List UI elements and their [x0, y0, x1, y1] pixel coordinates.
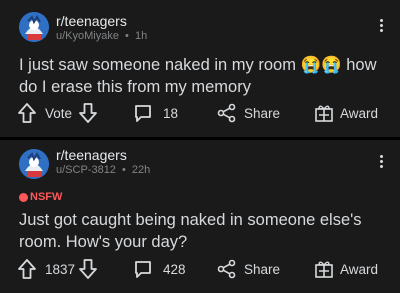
meta-separator: • — [122, 164, 126, 176]
award-button[interactable]: Award — [314, 101, 378, 125]
award-label: Award — [340, 105, 379, 121]
vote-count: 1837 — [45, 261, 76, 277]
post-meta: u/KyoMiyake • 1h — [56, 30, 147, 42]
comment-icon[interactable] — [133, 257, 153, 281]
post-title[interactable]: Just got caught being naked in someone e… — [19, 209, 389, 253]
share-label: Share — [244, 261, 281, 277]
share-button[interactable]: Share — [217, 257, 280, 281]
subreddit-name[interactable]: r/teenagers — [56, 147, 127, 163]
comment-count[interactable]: 18 — [163, 101, 178, 125]
nsfw-badge: NSFW — [19, 191, 62, 203]
share-icon — [217, 103, 236, 123]
upvote-icon[interactable] — [17, 101, 37, 125]
post-actions: Vote 18 Share Award — [0, 101, 400, 125]
meta-separator: • — [125, 30, 129, 42]
share-button[interactable]: Share — [217, 101, 280, 125]
share-label: Share — [244, 105, 281, 121]
vote-count: Vote — [45, 105, 73, 121]
post-author[interactable]: u/KyoMiyake — [56, 30, 119, 42]
post-card[interactable]: r/teenagers u/SCP-3812 • 22h NSFW Just g… — [0, 140, 400, 293]
subreddit-name[interactable]: r/teenagers — [56, 13, 127, 29]
award-button[interactable]: Award — [314, 257, 378, 281]
post-card[interactable]: r/teenagers u/KyoMiyake • 1h I just saw … — [0, 0, 400, 137]
post-title[interactable]: I just saw someone naked in my room 😭😭 h… — [19, 54, 389, 98]
comment-count[interactable]: 428 — [163, 257, 186, 281]
downvote-icon[interactable] — [78, 257, 98, 281]
subreddit-avatar-icon[interactable] — [19, 12, 49, 42]
upvote-icon[interactable] — [17, 257, 37, 281]
nsfw-label: NSFW — [30, 191, 63, 203]
award-label: Award — [340, 261, 379, 277]
share-icon — [217, 259, 236, 279]
post-age: 22h — [131, 164, 151, 176]
award-icon — [315, 105, 333, 122]
comment-icon[interactable] — [133, 101, 153, 125]
post-actions: 1837 428 Share Award — [0, 257, 400, 281]
nsfw-icon — [19, 192, 28, 202]
subreddit-avatar-icon[interactable] — [19, 149, 49, 179]
more-options-icon[interactable] — [380, 19, 384, 33]
post-meta: u/SCP-3812 • 22h — [56, 164, 150, 176]
downvote-icon[interactable] — [78, 101, 98, 125]
post-author[interactable]: u/SCP-3812 — [56, 164, 116, 176]
more-options-icon[interactable] — [380, 155, 384, 169]
award-icon — [315, 261, 333, 278]
post-age: 1h — [134, 30, 148, 42]
